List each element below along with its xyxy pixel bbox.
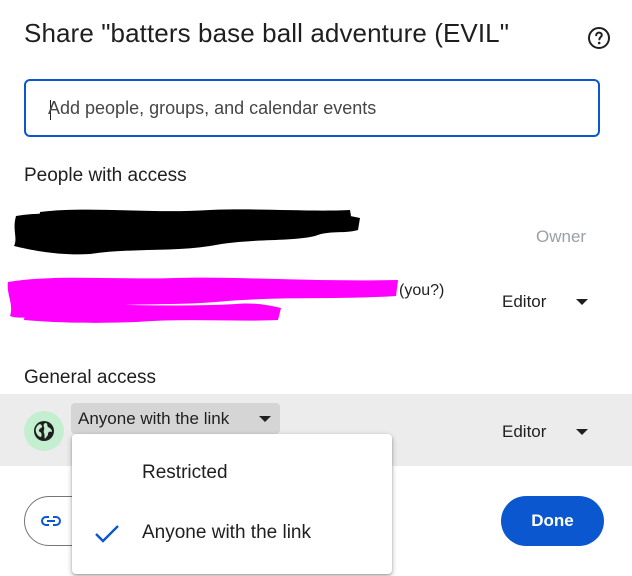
owner-role-label: Owner [536, 227, 587, 246]
general-role-dropdown[interactable]: Editor [502, 422, 589, 442]
general-role-label: Editor [502, 422, 547, 441]
redacted-name-you [7, 277, 399, 323]
dropdown-arrow-icon [576, 299, 589, 305]
redacted-name-owner [14, 209, 360, 255]
link-access-menu: Restricted Anyone with the link [72, 434, 392, 574]
link-icon [41, 516, 61, 526]
person-role-dropdown[interactable]: Editor [502, 292, 589, 312]
link-access-label: Anyone with the link [78, 408, 230, 428]
dialog-title: Share "batters base ball adventure (EVIL… [24, 18, 510, 48]
menu-item-anyone-with-link[interactable]: Anyone with the link [72, 494, 392, 554]
menu-item-restricted[interactable]: Restricted [72, 434, 392, 494]
menu-item-label: Restricted [142, 462, 228, 483]
add-people-field[interactable] [24, 79, 600, 137]
add-people-input[interactable] [48, 95, 568, 121]
help-circle-icon[interactable] [587, 26, 611, 50]
people-with-access-heading: People with access [24, 165, 187, 186]
person-role-label: Editor [502, 292, 547, 311]
link-access-dropdown[interactable]: Anyone with the link [71, 403, 280, 434]
dropdown-arrow-icon [259, 416, 271, 422]
check-icon [95, 525, 119, 543]
menu-item-label: Anyone with the link [142, 522, 311, 543]
general-access-heading: General access [24, 367, 157, 388]
share-dialog: Share "batters base ball adventure (EVIL… [0, 0, 632, 576]
globe-icon [24, 411, 64, 451]
dropdown-arrow-icon [576, 429, 589, 435]
you-label: (you?) [399, 282, 445, 299]
done-button[interactable]: Done [501, 496, 604, 546]
